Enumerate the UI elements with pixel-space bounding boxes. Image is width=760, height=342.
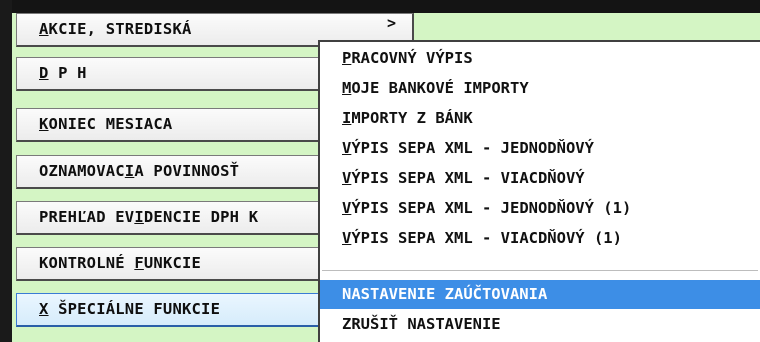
menu-hotkey: I [342, 109, 352, 127]
menu-hotkey: D [39, 64, 49, 82]
menu-label: UNKCIE [143, 254, 202, 272]
submenu-arrow-icon: > [387, 14, 397, 32]
popup-item-label: RACOVNÝ VÝPIS [351, 49, 473, 67]
popup-item-pracovny-vypis[interactable]: PRACOVNÝ VÝPIS [320, 44, 760, 73]
popup-item-nastavenie-zauctovania[interactable]: NASTAVENIE ZAÚČTOVANIA [320, 280, 760, 309]
popup-item-label: ÝPIS SEPA XML - VIACDŇOVÝ (1) [351, 229, 622, 247]
menu-label: DENCIE DPH K [143, 208, 259, 226]
popup-item-label: MPORTY Z BÁNK [351, 109, 473, 127]
menu-label: ONIEC MESIACA [48, 115, 173, 133]
popup-item-zrusit-nastavenie[interactable]: ZRUŠIŤ NASTAVENIE [320, 310, 760, 339]
menu-hotkey: V [342, 199, 352, 217]
popup-item-moje-bankove-importy[interactable]: MOJE BANKOVÉ IMPORTY [320, 74, 760, 103]
popup-item-label: ÝPIS SEPA XML - VIACDŇOVÝ [351, 169, 585, 187]
popup-item-vypis-sepa-viacdnovy-1[interactable]: VÝPIS SEPA XML - VIACDŇOVÝ (1) [320, 224, 760, 253]
menu-hotkey: I [124, 162, 135, 180]
window-frame-left [0, 0, 12, 342]
menu-hotkey: V [342, 169, 352, 187]
menu-label: ŠPECIÁLNE FUNKCIE [48, 300, 221, 318]
popup-item-importy-z-bank[interactable]: IMPORTY Z BÁNK [320, 104, 760, 133]
menu-hotkey: K [39, 115, 49, 133]
menu-label-pre: OZNAMOVAC [39, 162, 125, 180]
menu-hotkey: I [134, 208, 144, 226]
menu-label-pre: KONTROLNÉ [39, 254, 135, 272]
menu-hotkey: X [39, 300, 49, 318]
popup-item-vypis-sepa-jednodnovy[interactable]: VÝPIS SEPA XML - JEDNODŇOVÝ [320, 134, 760, 163]
popup-item-label: ZRUŠIŤ NASTAVENIE [342, 315, 501, 333]
menu-hotkey: V [342, 229, 352, 247]
popup-submenu: PRACOVNÝ VÝPIS MOJE BANKOVÉ IMPORTY IMPO… [318, 40, 760, 342]
menu-hotkey: F [134, 254, 144, 272]
menu-hotkey: P [342, 49, 352, 67]
menu-label: A POVINNOSŤ [134, 162, 240, 180]
window-frame-top [0, 0, 760, 13]
menu-label: KCIE, STREDISKÁ [48, 20, 192, 38]
popup-item-label: ÝPIS SEPA XML - JEDNODŇOVÝ [351, 139, 594, 157]
menu-hotkey: V [342, 139, 352, 157]
popup-item-vypis-sepa-jednodnovy-1[interactable]: VÝPIS SEPA XML - JEDNODŇOVÝ (1) [320, 194, 760, 223]
popup-item-label: NASTAVENIE ZAÚČTOVANIA [342, 285, 548, 303]
menu-separator [322, 270, 758, 271]
popup-item-label: OJE BANKOVÉ IMPORTY [351, 79, 529, 97]
popup-item-label: ÝPIS SEPA XML - JEDNODŇOVÝ (1) [351, 199, 632, 217]
popup-item-vypis-sepa-viacdnovy[interactable]: VÝPIS SEPA XML - VIACDŇOVÝ [320, 164, 760, 193]
menu-label-pre: PREHĽAD EV [39, 208, 135, 226]
menu-label: P H [48, 64, 87, 82]
menu-hotkey: A [39, 20, 49, 38]
menu-hotkey: M [342, 79, 352, 97]
